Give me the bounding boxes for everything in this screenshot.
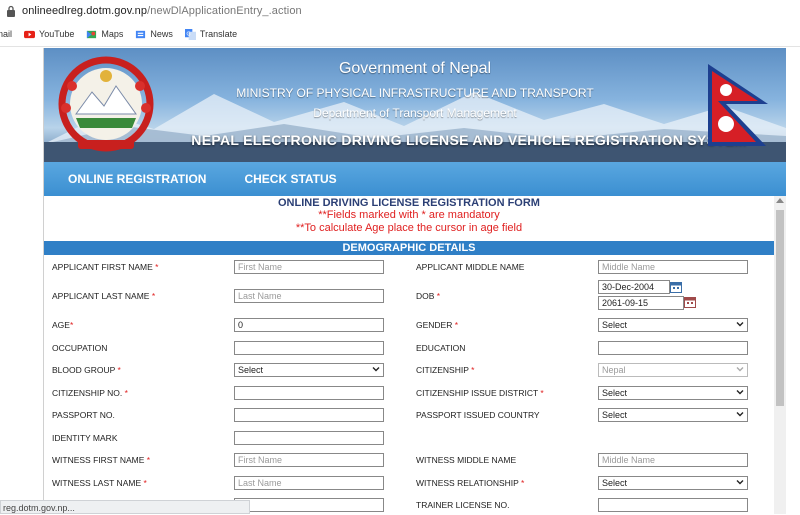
section-demographic-details: DEMOGRAPHIC DETAILS xyxy=(44,241,774,255)
witness-relationship-select[interactable]: Select xyxy=(598,476,748,490)
label-occupation: OCCUPATION xyxy=(52,343,108,353)
label-witness-last: WITNESS LAST NAME * xyxy=(52,478,147,488)
row11-left-input[interactable] xyxy=(234,498,384,512)
age-note: **To calculate Age place the cursor in a… xyxy=(295,222,523,234)
label-witness-middle: WITNESS MIDDLE NAME xyxy=(416,455,517,465)
chevron-down-icon xyxy=(372,367,380,372)
middle-name-input[interactable]: Middle Name xyxy=(598,260,748,274)
banner-department: Department of Transport Management xyxy=(313,106,517,120)
citizenship-value: Nepal xyxy=(602,365,626,375)
youtube-icon xyxy=(24,30,36,38)
identity-mark-input[interactable] xyxy=(234,431,384,445)
form-title: ONLINE DRIVING LICENSE REGISTRATION FORM xyxy=(278,197,540,209)
header-banner: Government of Nepal MINISTRY OF PHYSICAL… xyxy=(44,48,786,162)
status-bar-url: reg.dotm.gov.np... xyxy=(0,500,250,514)
chevron-down-icon xyxy=(736,390,744,395)
chevron-down-icon xyxy=(736,367,744,372)
bookmark-maps[interactable]: Maps xyxy=(86,29,123,40)
bookmark-youtube[interactable]: YouTube xyxy=(24,29,74,40)
bookmark-label: News xyxy=(150,29,173,39)
gender-value: Select xyxy=(602,320,628,330)
label-passport-country: PASSPORT ISSUED COUNTRY xyxy=(416,410,540,420)
label-citizenship: CITIZENSHIP * xyxy=(416,365,475,375)
first-name-input[interactable]: First Name xyxy=(234,260,384,274)
label-witness-relationship: WITNESS RELATIONSHIP * xyxy=(416,478,525,488)
chevron-down-icon xyxy=(736,412,744,417)
bookmark-translate[interactable]: G Translate xyxy=(184,28,238,40)
banner-title: Government of Nepal xyxy=(338,60,492,77)
witness-last-name-input[interactable]: Last Name xyxy=(234,476,384,490)
chevron-down-icon xyxy=(736,480,744,485)
label-witness-first: WITNESS FIRST NAME * xyxy=(52,455,151,465)
url-text[interactable]: onlineedlreg.dotm.gov.np/newDlApplicatio… xyxy=(22,5,302,17)
trainer-license-input[interactable] xyxy=(598,498,748,512)
nav-online-registration[interactable]: ONLINE REGISTRATION xyxy=(68,172,206,186)
citizenship-select: Nepal xyxy=(598,363,748,377)
witness-first-name-input[interactable]: First Name xyxy=(234,453,384,467)
bookmark-label: YouTube xyxy=(39,29,75,39)
svg-text:G: G xyxy=(186,31,190,37)
nav-check-status[interactable]: CHECK STATUS xyxy=(244,172,336,186)
label-citizenship-district: CITIZENSHIP ISSUE DISTRICT * xyxy=(416,388,544,398)
address-bar[interactable]: onlineedlreg.dotm.gov.np/newDlApplicatio… xyxy=(0,0,800,22)
nepal-flag-icon xyxy=(708,64,768,146)
witness-relationship-value: Select xyxy=(602,478,628,488)
label-middle-name: APPLICANT MIDDLE NAME xyxy=(416,262,525,272)
age-input[interactable]: 0 xyxy=(234,318,384,332)
translate-icon: G xyxy=(184,28,196,40)
calendar-icon[interactable] xyxy=(670,281,682,293)
banner-system-title: NEPAL ELECTRONIC DRIVING LICENSE AND VEH… xyxy=(191,132,747,148)
label-trainer-license: TRAINER LICENSE NO. xyxy=(416,500,510,510)
banner-ministry: MINISTRY OF PHYSICAL INFRASTRUCTURE AND … xyxy=(236,86,594,100)
dob-ad-input[interactable]: 30-Dec-2004 xyxy=(598,280,670,294)
passport-no-input[interactable] xyxy=(234,408,384,422)
citizenship-district-select[interactable]: Select xyxy=(598,386,748,400)
bookmark-gmail[interactable]: nail xyxy=(0,29,12,39)
label-age: AGE* xyxy=(52,320,74,330)
label-last-name: APPLICANT LAST NAME * xyxy=(52,291,156,301)
chevron-down-icon xyxy=(736,322,744,327)
bookmark-news[interactable]: News xyxy=(135,29,173,40)
form-scrollbar[interactable] xyxy=(774,196,786,514)
witness-middle-name-input[interactable]: Middle Name xyxy=(598,453,748,467)
label-education: EDUCATION xyxy=(416,343,466,353)
bookmark-label: Translate xyxy=(199,29,238,39)
label-identity-mark: IDENTITY MARK xyxy=(52,433,118,443)
citizenship-no-input[interactable] xyxy=(234,386,384,400)
scroll-up-icon[interactable] xyxy=(776,198,784,203)
bookmarks-bar: nail YouTube Maps News G Translate xyxy=(0,22,800,47)
label-citizenship-no: CITIZENSHIP NO. * xyxy=(52,388,128,398)
label-first-name: APPLICANT FIRST NAME * xyxy=(52,262,159,272)
citizenship-district-value: Select xyxy=(602,388,628,398)
label-passport-no: PASSPORT NO. xyxy=(52,410,115,420)
occupation-input[interactable] xyxy=(234,341,384,355)
blood-group-select[interactable]: Select xyxy=(234,363,384,377)
news-icon xyxy=(136,30,146,38)
lock-icon xyxy=(7,5,15,17)
last-name-input[interactable]: Last Name xyxy=(234,289,384,303)
form-header: ONLINE DRIVING LICENSE REGISTRATION FORM… xyxy=(44,196,774,240)
mandatory-note: **Fields marked with * are mandatory xyxy=(318,209,500,221)
gender-select[interactable]: Select xyxy=(598,318,748,332)
dob-bs-input[interactable]: 2061-09-15 xyxy=(598,296,684,310)
maps-icon xyxy=(87,30,97,38)
bookmark-label: nail xyxy=(0,29,13,39)
blood-group-value: Select xyxy=(238,365,264,375)
calendar-bs-icon[interactable] xyxy=(684,296,696,308)
main-nav: ONLINE REGISTRATION CHECK STATUS xyxy=(44,162,786,196)
label-gender: GENDER * xyxy=(416,320,459,330)
scrollbar-thumb[interactable] xyxy=(776,210,784,406)
education-input[interactable] xyxy=(598,341,748,355)
passport-country-value: Select xyxy=(602,410,628,420)
passport-country-select[interactable]: Select xyxy=(598,408,748,422)
bookmark-label: Maps xyxy=(101,29,124,39)
page-content: Government of Nepal MINISTRY OF PHYSICAL… xyxy=(43,48,786,514)
label-blood-group: BLOOD GROUP * xyxy=(52,365,121,375)
label-dob: DOB * xyxy=(416,291,441,301)
